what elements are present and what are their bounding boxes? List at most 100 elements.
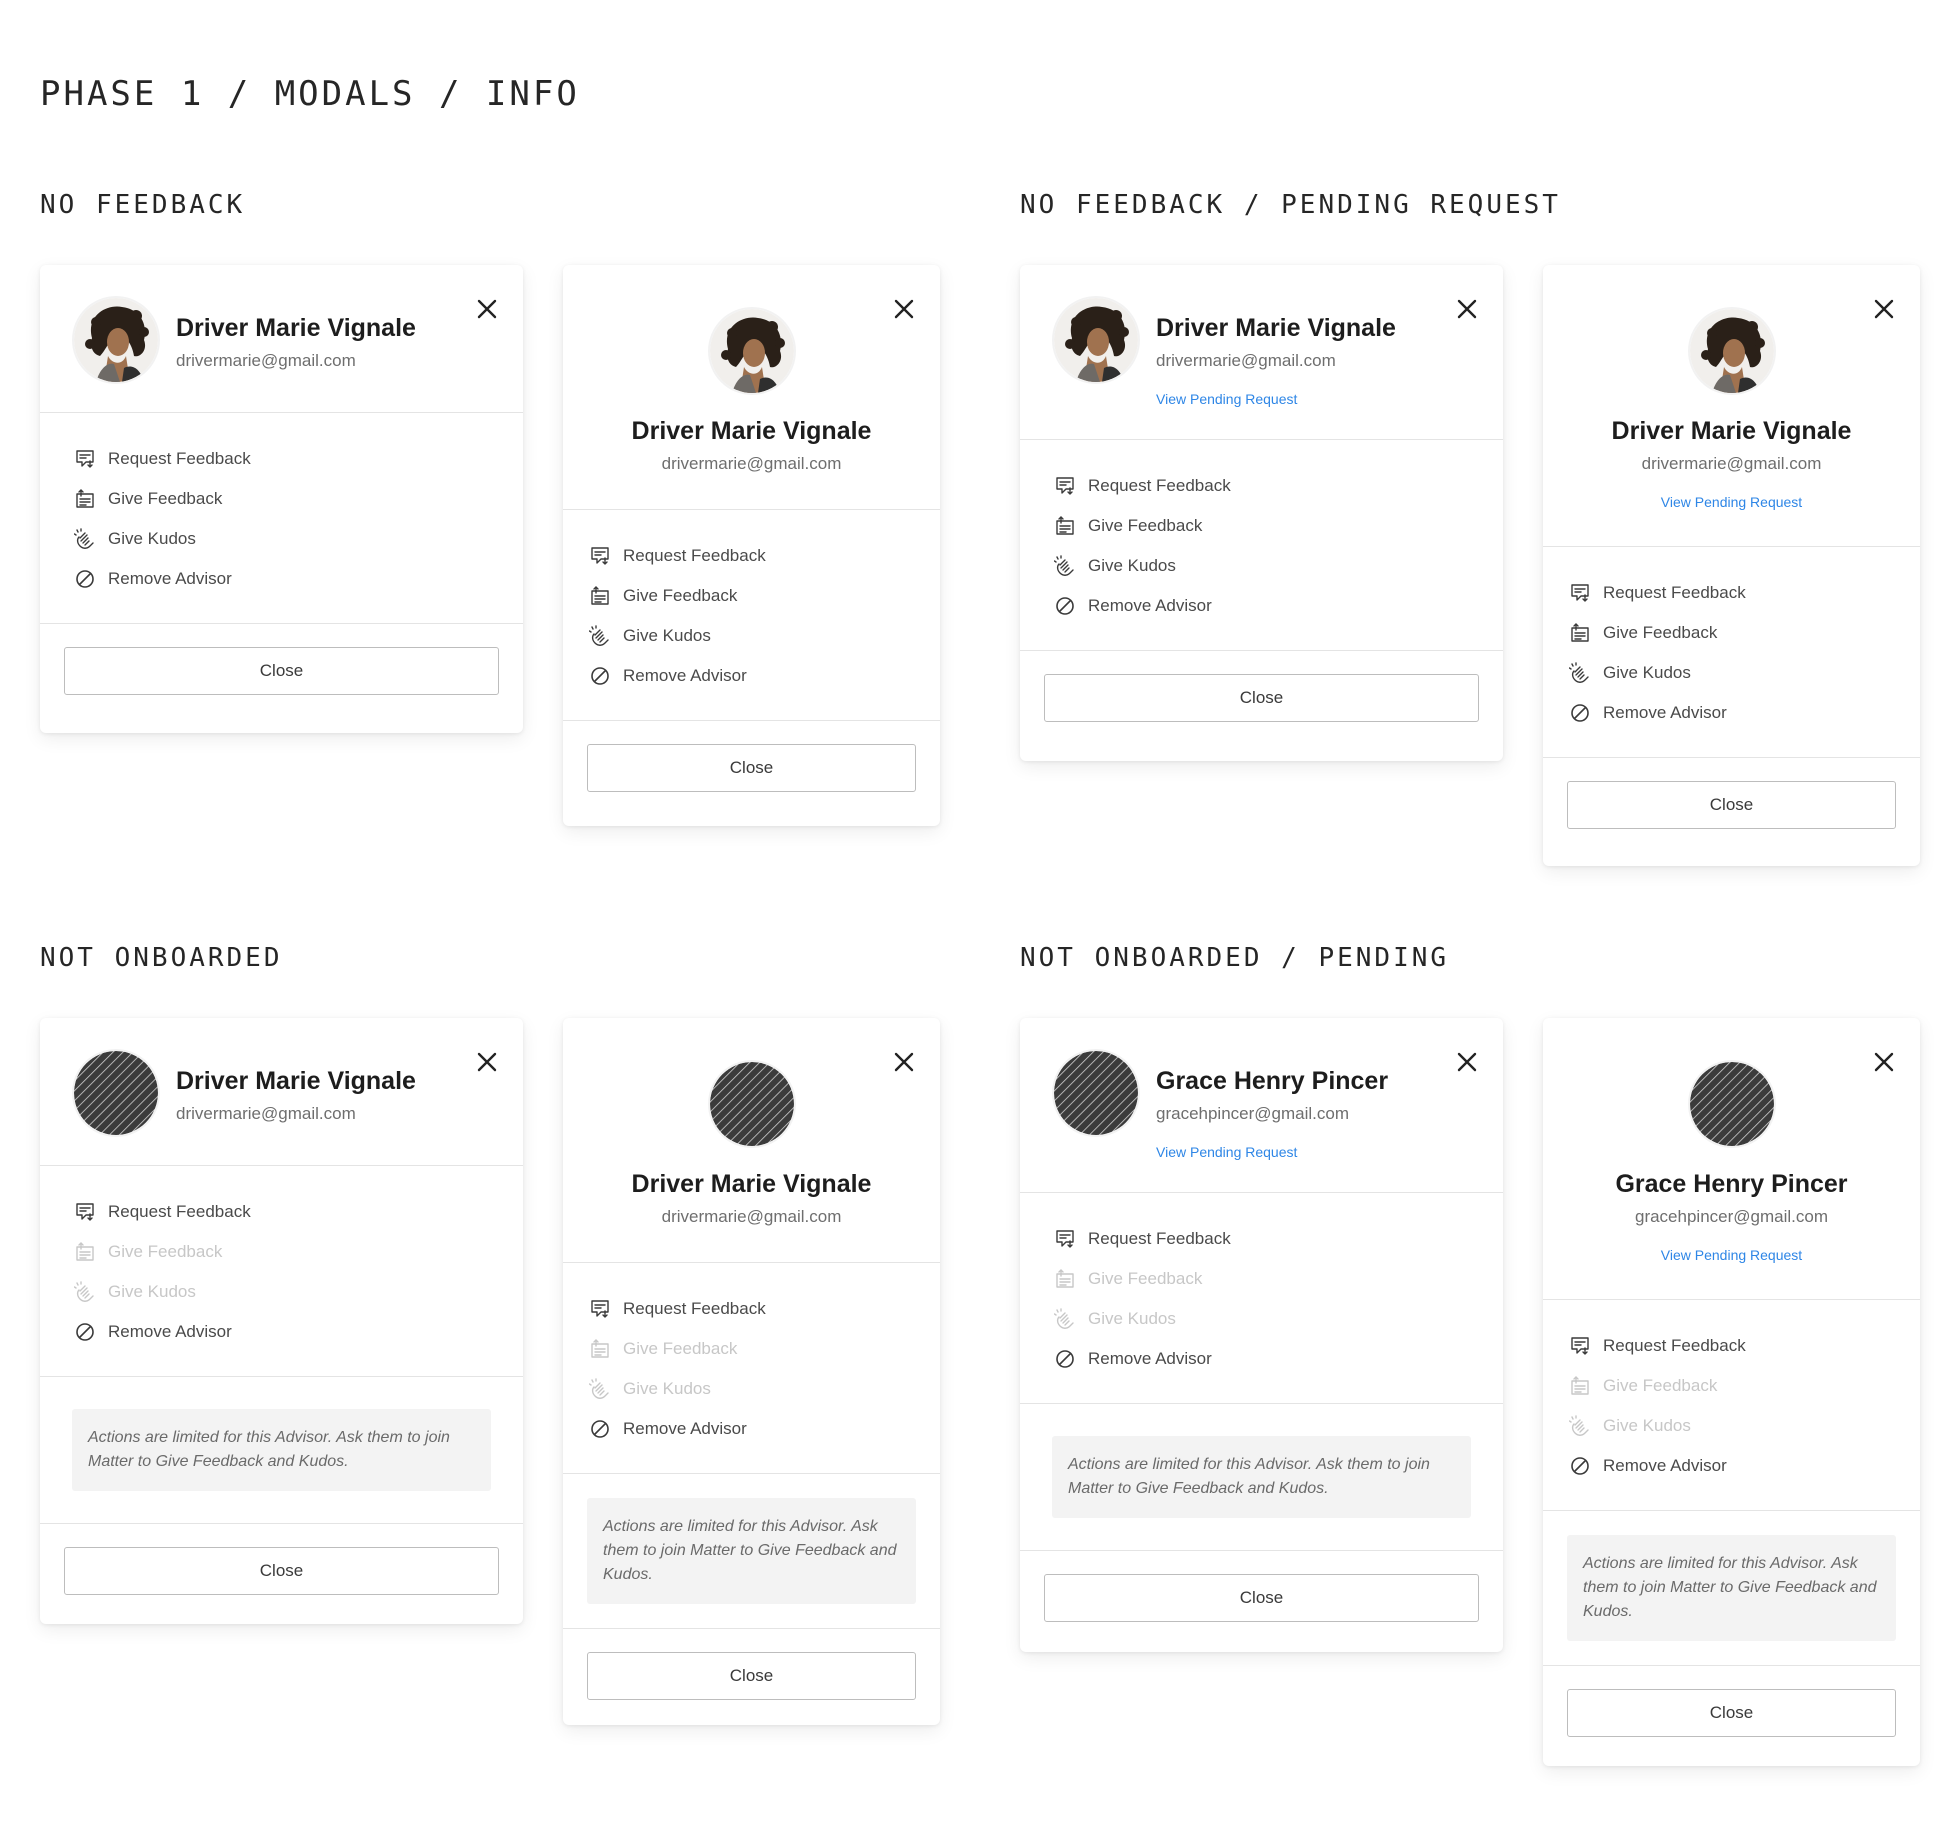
give-feedback-action-disabled: Give Feedback [589, 1329, 910, 1369]
view-pending-request-link[interactable]: View Pending Request [1156, 1143, 1297, 1161]
block-icon [74, 1321, 96, 1343]
remove-advisor-action[interactable]: Remove Advisor [1054, 586, 1473, 626]
give-feedback-icon [1054, 1268, 1076, 1290]
advisor-email: gracehpincer@gmail.com [1634, 1207, 1828, 1226]
section-title-not-onboarded-pending: NOT ONBOARDED / PENDING [1020, 943, 1450, 973]
remove-advisor-action[interactable]: Remove Advisor [74, 559, 493, 599]
clap-icon [1054, 1308, 1076, 1330]
remove-advisor-action[interactable]: Remove Advisor [1569, 693, 1890, 733]
advisor-email: drivermarie@gmail.com [661, 454, 842, 473]
give-kudos-action[interactable]: Give Kudos [1054, 546, 1473, 586]
avatar [1690, 309, 1774, 393]
action-list: Request Feedback Give Feedback Give Kudo… [563, 510, 940, 721]
advisor-modal-narrow-pending: Driver Marie Vignale drivermarie@gmail.c… [1543, 265, 1920, 866]
clap-icon [1054, 555, 1076, 577]
remove-advisor-action[interactable]: Remove Advisor [1569, 1446, 1890, 1486]
remove-advisor-action[interactable]: Remove Advisor [589, 1409, 910, 1449]
give-feedback-icon [74, 1241, 96, 1263]
modal-header: Driver Marie Vignale drivermarie@gmail.c… [563, 265, 940, 510]
give-kudos-action[interactable]: Give Kudos [1569, 653, 1890, 693]
give-kudos-action-disabled: Give Kudos [1569, 1406, 1890, 1446]
remove-advisor-action[interactable]: Remove Advisor [74, 1312, 493, 1352]
close-button[interactable]: Close [64, 1547, 499, 1595]
advisor-modal-wide-pending: Driver Marie Vignale drivermarie@gmail.c… [1020, 265, 1503, 761]
give-feedback-icon [589, 1338, 611, 1360]
request-feedback-icon [1569, 1335, 1591, 1357]
modal-header: Grace Henry Pincer gracehpincer@gmail.co… [1543, 1018, 1920, 1300]
clap-icon [589, 1378, 611, 1400]
hatched-avatar-placeholder [1690, 1062, 1774, 1146]
advisor-modal-narrow-not-onboarded-pending: Grace Henry Pincer gracehpincer@gmail.co… [1543, 1018, 1920, 1766]
request-feedback-icon [1569, 582, 1591, 604]
close-button[interactable]: Close [1567, 1689, 1896, 1737]
hatched-avatar-placeholder [74, 1051, 158, 1135]
close-button[interactable]: Close [64, 647, 499, 695]
close-button[interactable]: Close [587, 744, 916, 792]
remove-advisor-action[interactable]: Remove Advisor [589, 656, 910, 696]
request-feedback-icon [589, 545, 611, 567]
action-list: Request Feedback Give Feedback Give Kudo… [40, 413, 523, 624]
modal-header: Grace Henry Pincer gracehpincer@gmail.co… [1020, 1018, 1503, 1193]
request-feedback-action[interactable]: Request Feedback [74, 439, 493, 479]
request-feedback-action[interactable]: Request Feedback [1569, 1326, 1890, 1366]
advisor-name: Driver Marie Vignale [631, 417, 872, 445]
request-feedback-action[interactable]: Request Feedback [589, 536, 910, 576]
advisor-email: drivermarie@gmail.com [661, 1207, 842, 1226]
hatched-avatar-placeholder [710, 1062, 794, 1146]
block-icon [589, 1418, 611, 1440]
request-feedback-action[interactable]: Request Feedback [1054, 1219, 1473, 1259]
request-feedback-icon [74, 448, 96, 470]
close-button[interactable]: Close [587, 1652, 916, 1700]
action-list: Request Feedback Give Feedback Give Kudo… [1020, 1193, 1503, 1404]
give-kudos-action[interactable]: Give Kudos [589, 616, 910, 656]
section-title-no-feedback-pending: NO FEEDBACK / PENDING REQUEST [1020, 190, 1561, 220]
clap-icon [74, 1281, 96, 1303]
request-feedback-icon [1054, 475, 1076, 497]
advisor-name: Grace Henry Pincer [1156, 1067, 1389, 1095]
advisor-email: drivermarie@gmail.com [176, 1104, 356, 1123]
advisor-name: Driver Marie Vignale [176, 1067, 416, 1095]
clap-icon [1569, 1415, 1591, 1437]
block-icon [1569, 1455, 1591, 1477]
advisor-name: Grace Henry Pincer [1615, 1170, 1848, 1198]
advisor-email: gracehpincer@gmail.com [1156, 1104, 1350, 1123]
block-icon [1569, 702, 1591, 724]
give-kudos-action-disabled: Give Kudos [589, 1369, 910, 1409]
page-title: PHASE 1 / MODALS / INFO [40, 74, 580, 114]
section-title-no-feedback: NO FEEDBACK [40, 190, 246, 220]
remove-advisor-action[interactable]: Remove Advisor [1054, 1339, 1473, 1379]
action-list: Request Feedback Give Feedback Give Kudo… [1020, 440, 1503, 651]
close-button[interactable]: Close [1044, 1574, 1479, 1622]
modal-header: Driver Marie Vignale drivermarie@gmail.c… [1543, 265, 1920, 547]
avatar [1054, 298, 1138, 382]
view-pending-request-link[interactable]: View Pending Request [1661, 1246, 1802, 1264]
give-kudos-action-disabled: Give Kudos [74, 1272, 493, 1312]
advisor-name: Driver Marie Vignale [1611, 417, 1852, 445]
request-feedback-action[interactable]: Request Feedback [589, 1289, 910, 1329]
advisor-name: Driver Marie Vignale [631, 1170, 872, 1198]
view-pending-request-link[interactable]: View Pending Request [1661, 493, 1802, 511]
block-icon [589, 665, 611, 687]
give-kudos-action[interactable]: Give Kudos [74, 519, 493, 559]
request-feedback-action[interactable]: Request Feedback [74, 1192, 493, 1232]
block-icon [1054, 1348, 1076, 1370]
close-button[interactable]: Close [1567, 781, 1896, 829]
modal-header: Driver Marie Vignale drivermarie@gmail.c… [40, 1018, 523, 1166]
advisor-modal-narrow: Driver Marie Vignale drivermarie@gmail.c… [563, 265, 940, 826]
request-feedback-action[interactable]: Request Feedback [1054, 466, 1473, 506]
give-feedback-action[interactable]: Give Feedback [589, 576, 910, 616]
advisor-modal-wide-not-onboarded: Driver Marie Vignale drivermarie@gmail.c… [40, 1018, 523, 1624]
give-feedback-action[interactable]: Give Feedback [1569, 613, 1890, 653]
advisor-name: Driver Marie Vignale [1156, 314, 1396, 342]
advisor-email: drivermarie@gmail.com [1641, 454, 1822, 473]
advisor-email: drivermarie@gmail.com [176, 351, 356, 370]
clap-icon [589, 625, 611, 647]
give-feedback-action[interactable]: Give Feedback [1054, 506, 1473, 546]
avatar [710, 309, 794, 393]
give-feedback-action[interactable]: Give Feedback [74, 479, 493, 519]
action-list: Request Feedback Give Feedback Give Kudo… [40, 1166, 523, 1377]
close-button[interactable]: Close [1044, 674, 1479, 722]
view-pending-request-link[interactable]: View Pending Request [1156, 390, 1297, 408]
request-feedback-action[interactable]: Request Feedback [1569, 573, 1890, 613]
modal-header: Driver Marie Vignale drivermarie@gmail.c… [40, 265, 523, 413]
